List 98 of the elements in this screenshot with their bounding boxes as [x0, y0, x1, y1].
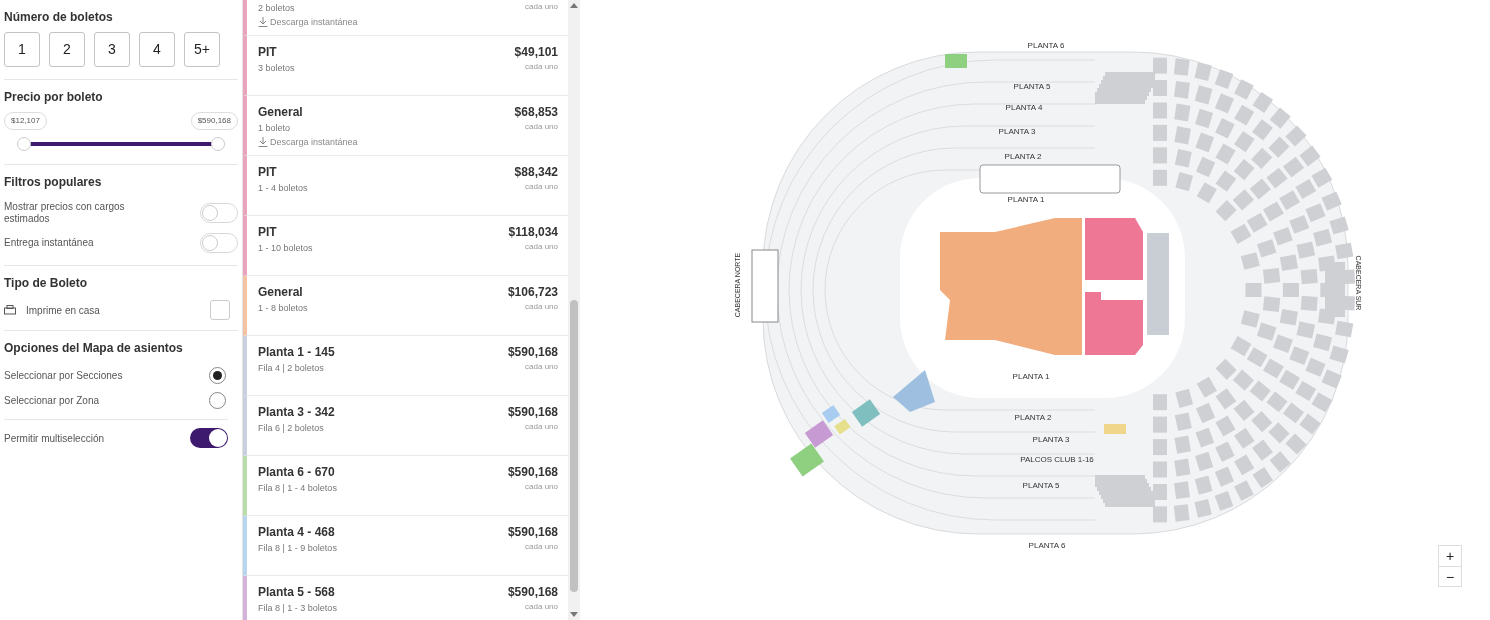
ticket-count-button[interactable]: 4: [139, 32, 175, 67]
listing-price: $88,342: [514, 164, 558, 181]
listing-subtitle: Fila 6 | 2 boletos: [258, 422, 325, 435]
map-label: PLANTA 4: [1005, 103, 1043, 112]
listing-price: $118,034: [508, 224, 558, 241]
listing-price: $49,101: [514, 44, 558, 61]
price-note: cada uno: [525, 121, 558, 133]
listing-title: PIT: [258, 224, 278, 241]
map-label: PLANTA 2: [1014, 413, 1052, 422]
listing-title: General: [258, 104, 304, 121]
slider-thumb[interactable]: [17, 137, 31, 151]
download-icon: [258, 137, 268, 148]
listing-card[interactable]: Planta 4 - 468 Fila 8 | 1 - 9 boletos $590,168 cada uno: [243, 516, 568, 576]
listing-subtitle: 3 boletos: [258, 62, 295, 75]
listing-title: PIT: [258, 44, 278, 61]
price-note: cada uno: [525, 361, 558, 373]
toggle-label: Permitir multiselección: [4, 431, 105, 446]
slider-thumb[interactable]: [211, 137, 225, 151]
map-label: PLANTA 6: [1028, 541, 1066, 550]
listing-price: $590,168: [507, 464, 558, 481]
scroll-down-icon[interactable]: [570, 612, 578, 618]
map-label: PLANTA 1: [1007, 195, 1045, 204]
listing-card[interactable]: Planta 6 - 670 Fila 8 | 1 - 4 boletos $590,168 cada uno: [243, 456, 568, 516]
map-label: PLANTA 3: [1032, 435, 1070, 444]
toggle-label: Mostrar precios con cargos estimados: [4, 201, 126, 225]
ticket-count-button[interactable]: 5+: [184, 32, 220, 67]
price-note: cada uno: [525, 481, 558, 493]
price-note: cada uno: [525, 601, 558, 613]
map-label: PLANTA 3: [998, 127, 1036, 136]
listing-subtitle: 1 - 4 boletos: [258, 182, 308, 195]
section-title: Precio por boleto: [4, 89, 104, 106]
price-note: cada uno: [525, 181, 558, 193]
toggle-switch[interactable]: [200, 203, 238, 223]
listing-price: $590,168: [507, 584, 558, 601]
map-label: PLANTA 2: [1004, 152, 1042, 161]
listing-card[interactable]: Planta 3 - 342 Fila 6 | 2 boletos $590,168 cada uno: [243, 396, 568, 456]
price-slider[interactable]: [16, 136, 226, 152]
listing-card[interactable]: 2 boletos Descarga instantánea cada uno: [243, 0, 568, 36]
map-label: PLANTA 1: [1012, 372, 1050, 381]
ticket-count-button[interactable]: 2: [49, 32, 85, 67]
price-note: cada uno: [525, 541, 558, 553]
listing-price: $590,168: [507, 344, 558, 361]
map-label: PLANTA 5: [1013, 82, 1051, 91]
price-note: cada uno: [525, 61, 558, 73]
listing-title: PIT: [258, 164, 278, 181]
toggle-switch[interactable]: [190, 428, 228, 448]
section-title: Número de boletos: [4, 9, 114, 26]
listing-price: $590,168: [507, 524, 558, 541]
listing-card[interactable]: General 1 - 8 boletos $106,723 cada uno: [243, 276, 568, 336]
map-label: PALCOS CLUB 1-16: [1020, 455, 1094, 464]
listing-card[interactable]: PIT 3 boletos $49,101 cada uno: [243, 36, 568, 96]
listing-title: Planta 4 - 468: [258, 524, 336, 541]
listing-title: Planta 6 - 670: [258, 464, 336, 481]
section-title: Tipo de Boleto: [4, 275, 89, 292]
listing-subtitle: Fila 8 | 1 - 4 boletos: [258, 482, 337, 495]
zoom-in-button[interactable]: +: [1439, 546, 1461, 566]
scrollbar[interactable]: [568, 0, 580, 620]
listing-title: Planta 5 - 568: [258, 584, 336, 601]
listing-price: $590,168: [507, 404, 558, 421]
listing-subtitle: Fila 8 | 1 - 9 boletos: [258, 542, 337, 555]
printer-icon: [4, 305, 16, 315]
download-icon: [258, 17, 268, 28]
map-label: PLANTA 5: [1022, 481, 1060, 490]
listing-subtitle: 1 - 10 boletos: [258, 242, 313, 255]
checkbox[interactable]: [210, 300, 230, 320]
radio-label: Seleccionar por Zona: [4, 394, 100, 408]
listing-title: General: [258, 284, 304, 301]
listing-subtitle: Fila 8 | 1 - 3 boletos: [258, 602, 337, 615]
ticket-count-button[interactable]: 3: [94, 32, 130, 67]
section-title: Opciones del Mapa de asientos: [4, 340, 184, 357]
feature-label: Descarga instantánea: [270, 135, 358, 149]
zoom-out-button[interactable]: −: [1439, 566, 1461, 586]
listing-card[interactable]: PIT 1 - 10 boletos $118,034 cada uno: [243, 216, 568, 276]
listing-price: $106,723: [507, 284, 558, 301]
listing-card[interactable]: Planta 1 - 145 Fila 4 | 2 boletos $590,168 cada uno: [243, 336, 568, 396]
section-title: Filtros populares: [4, 174, 103, 191]
price-note: cada uno: [525, 1, 558, 13]
listing-price: $68,853: [514, 104, 558, 121]
listing-title: Planta 1 - 145: [258, 344, 335, 361]
price-note: cada uno: [525, 421, 558, 433]
price-note: cada uno: [525, 241, 558, 253]
option-label: Imprime en casa: [26, 303, 101, 318]
scroll-thumb[interactable]: [570, 300, 578, 592]
listing-subtitle: 2 boletos: [258, 2, 296, 15]
listing-subtitle: 1 boleto: [258, 122, 292, 135]
toggle-switch[interactable]: [200, 233, 238, 253]
price-note: cada uno: [525, 301, 558, 313]
listing-card[interactable]: PIT 1 - 4 boletos $88,342 cada uno: [243, 156, 568, 216]
listing-title: Planta 3 - 342: [258, 404, 335, 421]
scroll-up-icon[interactable]: [570, 2, 578, 8]
radio-label: Seleccionar por Secciones: [4, 369, 123, 383]
listing-subtitle: Fila 4 | 2 boletos: [258, 362, 325, 375]
ticket-count-button[interactable]: 1: [4, 32, 40, 67]
feature-label: Descarga instantánea: [270, 15, 358, 29]
toggle-label: Entrega instantánea: [4, 237, 95, 249]
listing-card[interactable]: General 1 boleto Descarga instantánea $68,853 cada uno: [243, 96, 568, 156]
listing-subtitle: 1 - 8 boletos: [258, 302, 308, 315]
map-label: PLANTA 6: [1027, 41, 1065, 50]
